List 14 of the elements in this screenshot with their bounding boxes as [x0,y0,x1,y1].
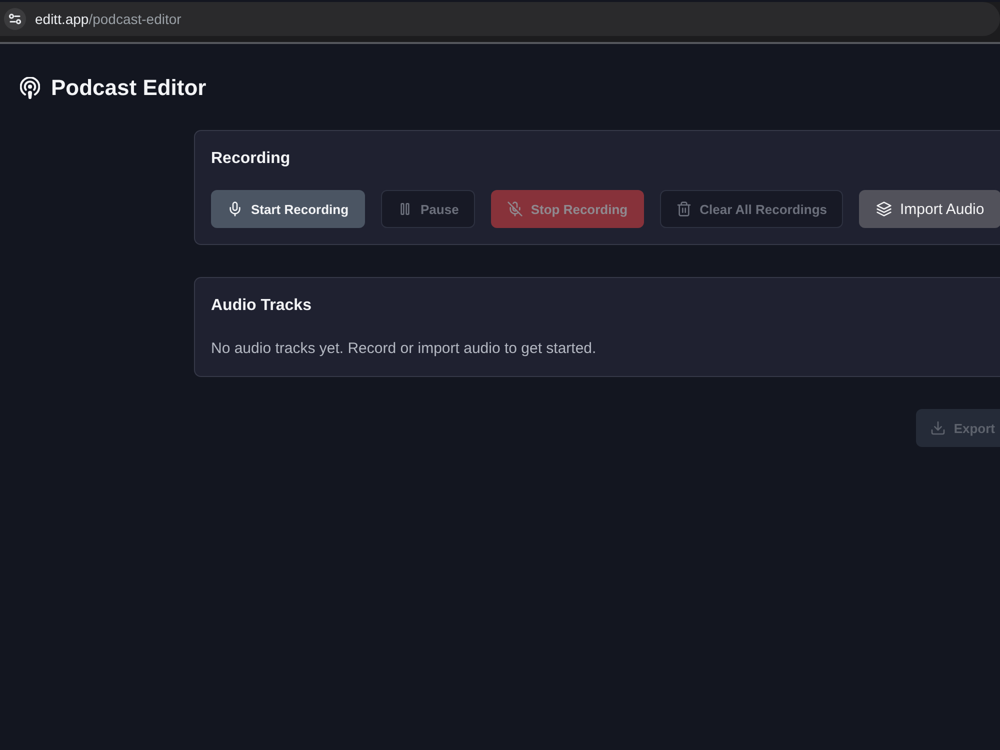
section-title: Recording [211,149,290,169]
sliders-icon[interactable] [4,8,26,30]
section-title: Audio Tracks [211,296,312,316]
download-icon [930,420,946,436]
mic-off-icon [506,201,523,217]
podcast-icon [20,77,40,99]
layers-icon [876,201,892,217]
mic-icon [227,201,243,217]
page-title: Podcast Editor [51,74,206,102]
trash-icon [676,201,692,217]
address-field[interactable]: editt.app/podcast-editor [0,2,1000,36]
empty-state-text: No audio tracks yet. Record or import audio to get started. [211,339,596,359]
recording-button[interactable]: Import Audio [859,190,1000,228]
recording-button[interactable]: Start Recording [211,190,365,228]
